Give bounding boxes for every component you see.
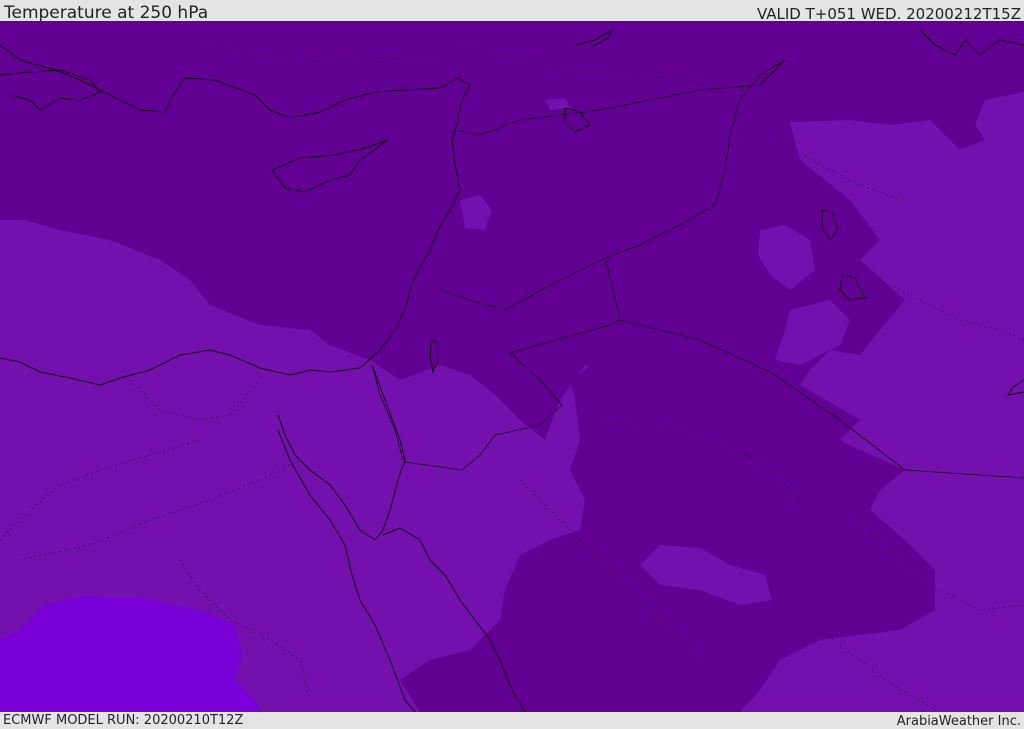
map-canvas — [0, 21, 1024, 712]
footer-bar: ECMWF MODEL RUN: 20200210T12Z ArabiaWeat… — [0, 712, 1024, 729]
model-run-label: ECMWF MODEL RUN: 20200210T12Z — [3, 713, 244, 728]
forecast-map-frame: Temperature at 250 hPa VALID T+051 WED. … — [0, 0, 1024, 729]
map-title: Temperature at 250 hPa — [4, 3, 209, 23]
credit-label: ArabiaWeather Inc. — [896, 714, 1021, 729]
header-bar: Temperature at 250 hPa VALID T+051 WED. … — [0, 0, 1024, 23]
